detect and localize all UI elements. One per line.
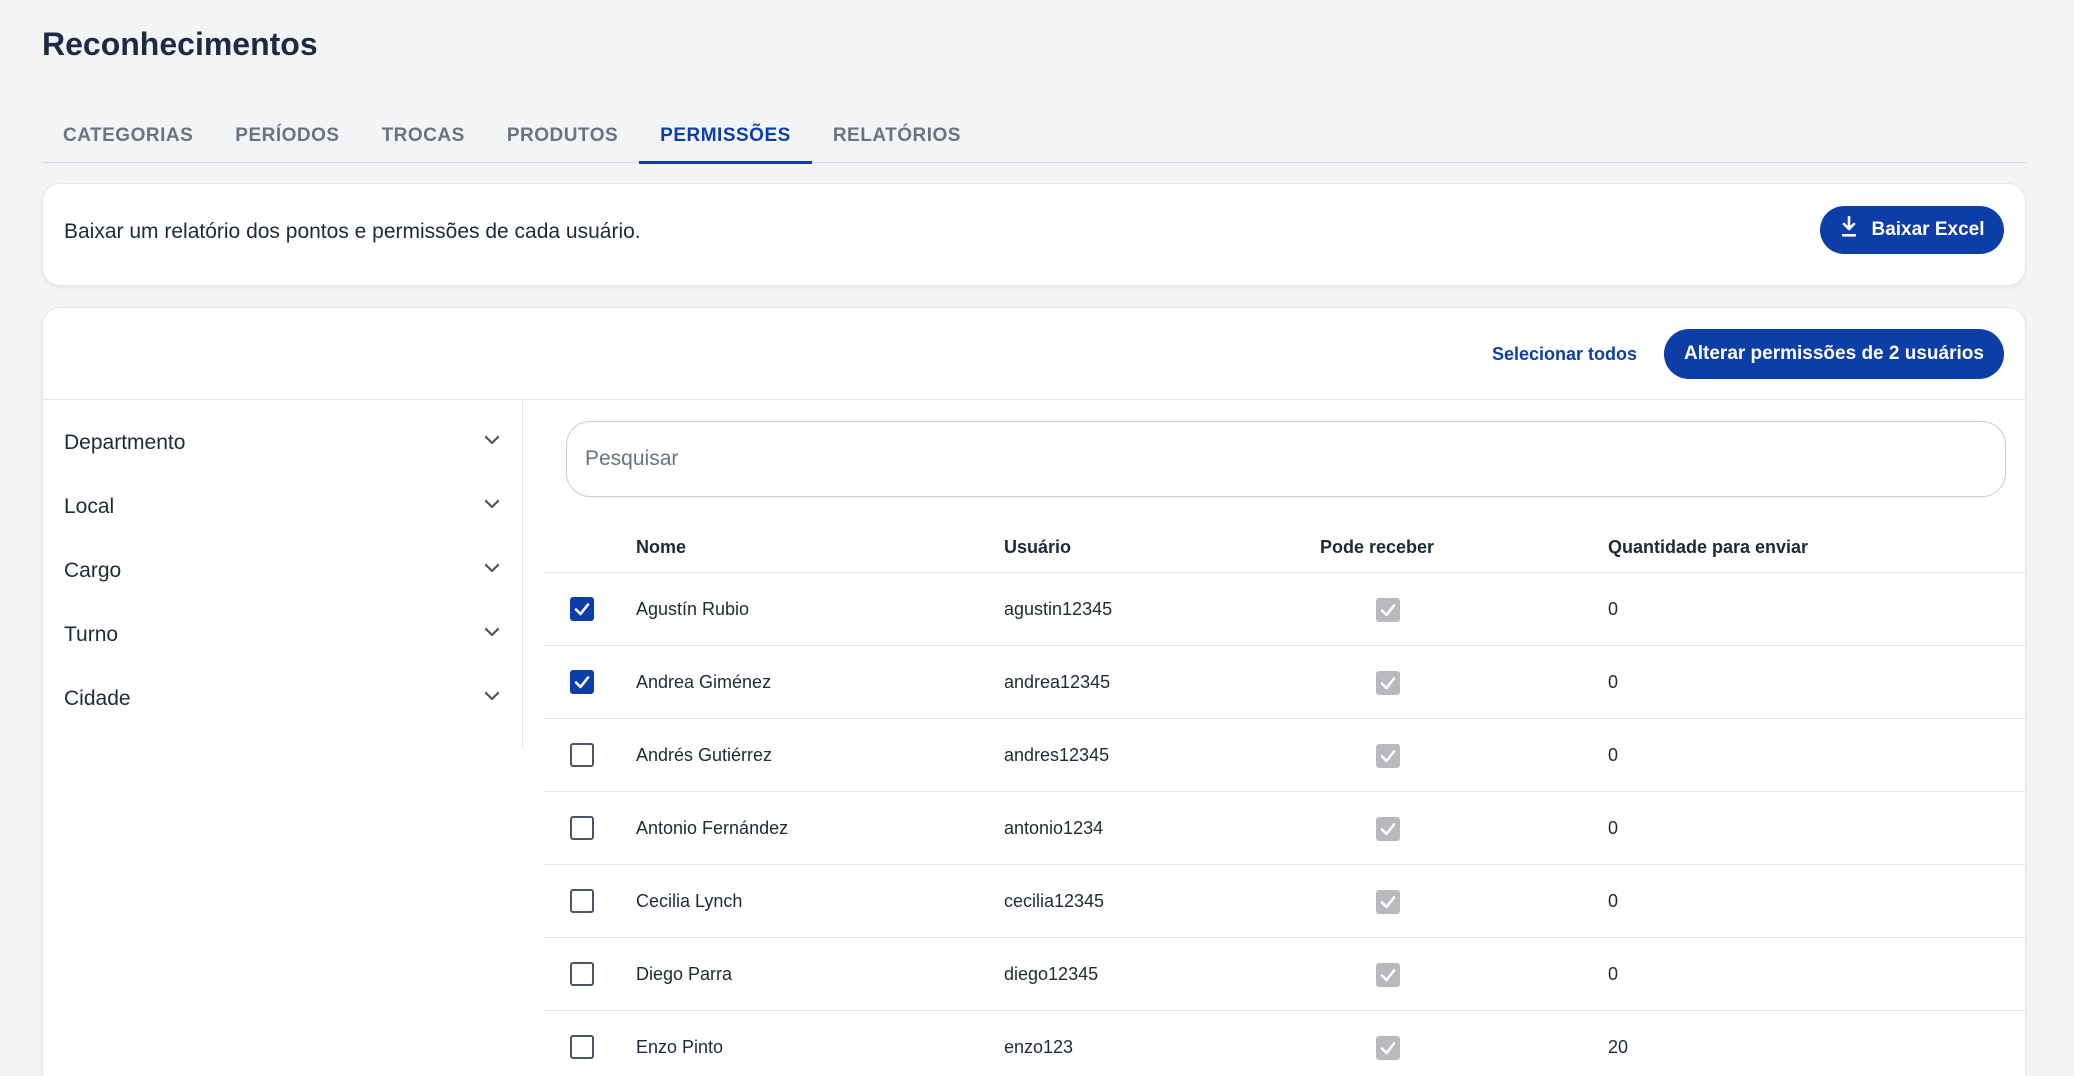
row-select-checkbox[interactable] <box>570 816 594 840</box>
filter-departmento[interactable]: Departmento <box>43 411 522 475</box>
table-row[interactable]: Agustín Rubio agustin12345 0 <box>544 573 2027 646</box>
send-quantity: 0 <box>1608 818 1619 838</box>
filter-turno[interactable]: Turno <box>43 603 522 667</box>
can-receive-checkbox <box>1376 890 1400 914</box>
chevron-down-icon <box>482 558 502 584</box>
user-name: Diego Parra <box>636 964 733 984</box>
user-name: Cecilia Lynch <box>636 891 743 911</box>
row-select-checkbox[interactable] <box>570 1035 594 1059</box>
column-header-quantity[interactable]: Quantidade para enviar <box>1608 537 1808 558</box>
filter-label: Cidade <box>64 687 131 710</box>
user-username: enzo123 <box>1004 1037 1074 1057</box>
report-card: Baixar um relatório dos pontos e permiss… <box>42 183 2026 286</box>
download-icon <box>1839 215 1859 244</box>
user-username: cecilia12345 <box>1004 891 1105 911</box>
filter-label: Turno <box>64 623 119 646</box>
send-quantity: 0 <box>1608 599 1619 619</box>
table-row[interactable]: Enzo Pinto enzo123 20 <box>544 1011 2027 1076</box>
filter-label: Departmento <box>64 431 186 454</box>
filter-cidade[interactable]: Cidade <box>43 667 522 731</box>
column-header-receive[interactable]: Pode receber <box>1320 537 1434 558</box>
table-header: Nome Usuário Pode receber Quantidade par… <box>544 515 2027 573</box>
download-excel-label: Baixar Excel <box>1871 219 1985 240</box>
user-name: Agustín Rubio <box>636 599 750 619</box>
tab-permissoes[interactable]: PERMISSÕES <box>639 108 812 164</box>
filter-label: Local <box>64 495 115 518</box>
send-quantity: 0 <box>1608 964 1619 984</box>
send-quantity: 0 <box>1608 672 1619 692</box>
filters-panel: Departmento Local Cargo Turno Cidade <box>43 400 523 748</box>
user-username: andrea12345 <box>1004 672 1111 692</box>
table-row[interactable]: Cecilia Lynch cecilia12345 0 <box>544 865 2027 938</box>
tab-categorias[interactable]: CATEGORIAS <box>42 108 214 163</box>
can-receive-checkbox <box>1376 817 1400 841</box>
row-select-checkbox[interactable] <box>570 743 594 767</box>
row-select-checkbox[interactable] <box>570 962 594 986</box>
filter-cargo[interactable]: Cargo <box>43 539 522 603</box>
user-username: andres12345 <box>1004 745 1110 765</box>
users-table: Nome Usuário Pode receber Quantidade par… <box>544 515 2027 1076</box>
filter-local[interactable]: Local <box>43 475 522 539</box>
table-row[interactable]: Diego Parra diego12345 0 <box>544 938 2027 1011</box>
table-row[interactable]: Andrés Gutiérrez andres12345 0 <box>544 719 2027 792</box>
tab-relatorios[interactable]: RELATÓRIOS <box>812 108 982 163</box>
user-username: antonio1234 <box>1004 818 1104 838</box>
chevron-down-icon <box>482 686 502 712</box>
user-name: Antonio Fernández <box>636 818 789 838</box>
send-quantity: 0 <box>1608 891 1619 911</box>
user-username: agustin12345 <box>1004 599 1113 619</box>
column-header-user[interactable]: Usuário <box>1004 537 1071 558</box>
tab-trocas[interactable]: TROCAS <box>361 108 486 163</box>
row-select-checkbox[interactable] <box>570 889 594 913</box>
column-header-name[interactable]: Nome <box>636 537 686 558</box>
user-name: Andrea Giménez <box>636 672 772 692</box>
download-excel-button[interactable]: Baixar Excel <box>1820 206 2004 254</box>
user-name: Andrés Gutiérrez <box>636 745 773 765</box>
chevron-down-icon <box>482 622 502 648</box>
change-permissions-button[interactable]: Alterar permissões de 2 usuários <box>1664 329 2004 379</box>
row-select-checkbox[interactable] <box>570 670 594 694</box>
tab-bar: CATEGORIAS PERÍODOS TROCAS PRODUTOS PERM… <box>42 108 2026 164</box>
row-select-checkbox[interactable] <box>570 597 594 621</box>
search-input[interactable] <box>566 421 2006 497</box>
can-receive-checkbox <box>1376 1036 1400 1060</box>
can-receive-checkbox <box>1376 671 1400 695</box>
can-receive-checkbox <box>1376 963 1400 987</box>
select-all-link[interactable]: Selecionar todos <box>1492 344 1637 365</box>
filter-label: Cargo <box>64 559 122 582</box>
user-username: diego12345 <box>1004 964 1099 984</box>
report-description: Baixar um relatório dos pontos e permiss… <box>64 220 641 243</box>
tab-periodos[interactable]: PERÍODOS <box>214 108 360 163</box>
can-receive-checkbox <box>1376 744 1400 768</box>
tab-produtos[interactable]: PRODUTOS <box>486 108 639 163</box>
chevron-down-icon <box>482 494 502 520</box>
permissions-card: Selecionar todos Alterar permissões de 2… <box>42 307 2027 1076</box>
table-row[interactable]: Andrea Giménez andrea12345 0 <box>544 646 2027 719</box>
send-quantity: 20 <box>1608 1037 1629 1057</box>
table-row[interactable]: Antonio Fernández antonio1234 0 <box>544 792 2027 865</box>
user-name: Enzo Pinto <box>636 1037 724 1057</box>
can-receive-checkbox <box>1376 598 1400 622</box>
page-title: Reconhecimentos <box>42 26 318 62</box>
chevron-down-icon <box>482 430 502 456</box>
send-quantity: 0 <box>1608 745 1619 765</box>
